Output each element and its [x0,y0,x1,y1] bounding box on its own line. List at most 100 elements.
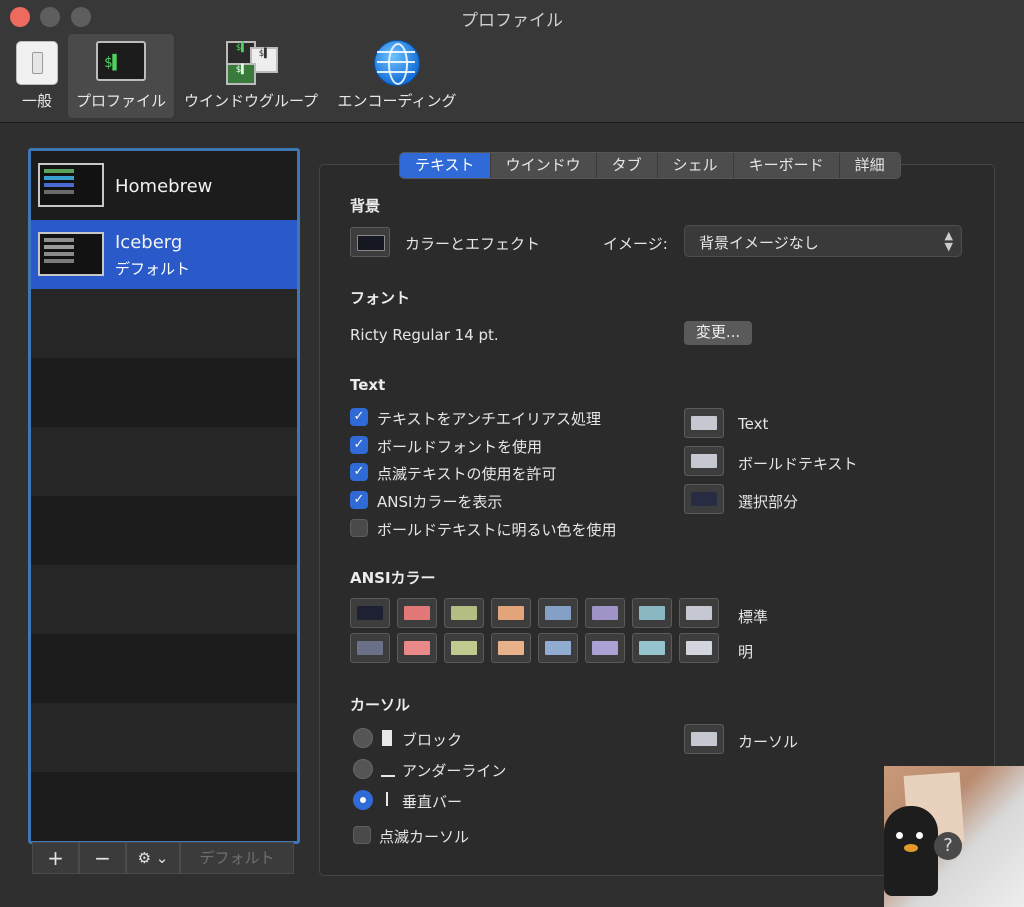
ansi-bright-color-well-6[interactable] [632,633,672,663]
ansi-normal-color-well-6[interactable] [632,598,672,628]
cursor-vbar-label: 垂直バー [402,793,463,811]
toolbar-window-groups[interactable]: $▌ $▌ $▌ ウインドウグループ [178,34,324,118]
ansi-normal-color-swatch [686,606,712,620]
ansi-normal-color-well-0[interactable] [350,598,390,628]
underline-cursor-icon [381,775,395,777]
background-image-select[interactable]: 背景イメージなし ▲ ▼ [684,225,962,257]
selection-color-swatch [691,492,717,506]
tab-tab[interactable]: タブ [596,153,658,178]
font-current: Ricty Regular 14 pt. [350,326,499,344]
empty-row [31,703,297,772]
profile-name: Iceberg [115,232,183,253]
cursor-block-radio[interactable] [353,728,373,748]
ansi-bright-color-well-2[interactable] [444,633,484,663]
tab-window[interactable]: ウインドウ [490,153,597,178]
bold-font-label: ボールドフォントを使用 [377,438,543,456]
selection-color-well[interactable] [684,484,724,514]
profile-thumbnail [38,163,104,207]
ansi-normal-color-well-5[interactable] [585,598,625,628]
ansi-normal-color-swatch [404,606,430,620]
background-image-value: 背景イメージなし [699,234,819,252]
bold-font-checkbox[interactable]: ✓ [350,436,368,454]
font-heading: フォント [350,289,411,307]
remove-profile-button[interactable]: − [79,842,126,874]
empty-row [31,772,297,841]
terminal-icon: $▌ [96,41,146,81]
bright-bold-checkbox[interactable] [350,519,368,537]
tab-text[interactable]: テキスト [400,153,491,178]
empty-row [31,427,297,496]
ansi-normal-color-swatch [498,606,524,620]
empty-row [31,289,297,358]
cursor-underline-label: アンダーライン [402,762,507,780]
profile-default-tag: デフォルト [115,260,191,278]
ansi-normal-color-well-4[interactable] [538,598,578,628]
ansi-colors-checkbox[interactable]: ✓ [350,491,368,509]
globe-icon [374,40,420,86]
empty-row [31,496,297,565]
vertical-bar-cursor-icon [386,792,388,806]
cursor-color-well[interactable] [684,724,724,754]
toolbar-profiles[interactable]: $▌ プロファイル [68,34,174,118]
toolbar-encodings[interactable]: エンコーディング [332,34,462,118]
ansi-normal-color-well-1[interactable] [397,598,437,628]
add-profile-button[interactable]: + [32,842,79,874]
text-heading: Text [350,376,386,394]
ansi-bright-color-swatch [498,641,524,655]
empty-row [31,358,297,427]
profile-name: Homebrew [115,176,213,197]
ansi-bright-color-well-7[interactable] [679,633,719,663]
ansi-normal-color-well-3[interactable] [491,598,531,628]
background-color-well[interactable] [350,227,390,257]
ansi-bright-label: 明 [738,643,754,661]
blink-text-checkbox[interactable]: ✓ [350,463,368,481]
toolbar-general[interactable]: 一般 [8,34,66,118]
ansi-normal-color-well-2[interactable] [444,598,484,628]
ansi-normal-color-swatch [639,606,665,620]
tab-advanced[interactable]: 詳細 [839,153,900,178]
ansi-bright-color-swatch [451,641,477,655]
blink-cursor-label: 点滅カーソル [379,828,470,846]
ansi-normal-color-well-7[interactable] [679,598,719,628]
antialias-label: テキストをアンチエイリアス処理 [377,410,601,428]
change-font-button[interactable]: 変更... [684,321,752,345]
toolbar-general-label: 一般 [21,92,52,110]
blink-cursor-checkbox[interactable] [353,826,371,844]
toolbar-window-groups-label: ウインドウグループ [183,92,319,110]
profile-row-homebrew[interactable]: Homebrew [31,151,297,220]
toolbar-encodings-label: エンコーディング [337,92,457,110]
background-heading: 背景 [350,197,381,215]
ansi-colors-label: ANSIカラーを表示 [377,493,503,511]
profile-row-iceberg[interactable]: Iceberg デフォルト [31,220,297,289]
bold-text-color-label: ボールドテキスト [738,455,858,473]
ansi-bright-color-well-1[interactable] [397,633,437,663]
bold-text-color-well[interactable] [684,446,724,476]
ansi-bright-color-well-4[interactable] [538,633,578,663]
ansi-bright-color-well-5[interactable] [585,633,625,663]
cursor-heading: カーソル [350,696,411,714]
empty-row [31,634,297,703]
ansi-bright-color-swatch [545,641,571,655]
set-default-button[interactable]: デフォルト [180,842,294,874]
gear-menu-button[interactable]: ⚙ ⌄ [126,842,180,874]
ansi-bright-color-well-3[interactable] [491,633,531,663]
profile-list[interactable]: Homebrew Iceberg デフォルト [28,148,300,844]
help-button[interactable]: ? [934,832,962,860]
camera-overlay-thumbnail: ? [884,766,1024,907]
bright-bold-label: ボールドテキストに明るい色を使用 [377,521,617,539]
tab-keyboard[interactable]: キーボード [733,153,840,178]
text-color-well[interactable] [684,408,724,438]
ansi-normal-color-swatch [357,606,383,620]
ansi-normal-label: 標準 [738,608,769,626]
preferences-window: プロファイル 一般 $▌ プロファイル $▌ $▌ $▌ ウインドウグループ エンコ… [0,0,1024,907]
cursor-vbar-radio[interactable] [353,790,373,810]
ansi-bright-color-well-0[interactable] [350,633,390,663]
settings-tabs: テキスト ウインドウ タブ シェル キーボード 詳細 [399,152,901,179]
toolbar-profiles-label: プロファイル [75,92,166,110]
ansi-bright-color-swatch [639,641,665,655]
cursor-underline-radio[interactable] [353,759,373,779]
tab-shell[interactable]: シェル [657,153,734,178]
empty-row [31,565,297,634]
antialias-checkbox[interactable]: ✓ [350,408,368,426]
ansi-bright-color-swatch [404,641,430,655]
